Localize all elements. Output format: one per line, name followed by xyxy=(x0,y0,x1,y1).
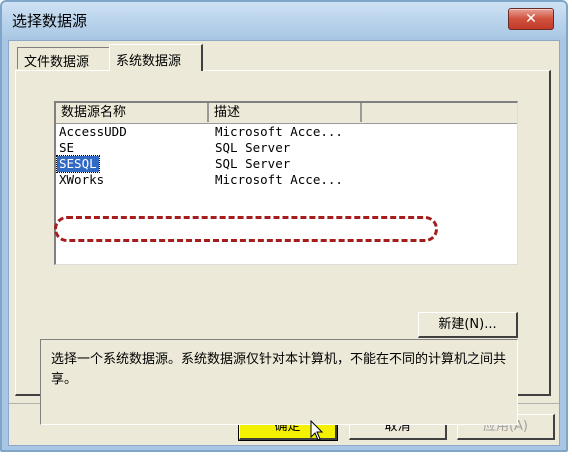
list-item[interactable]: XWorks Microsoft Acce... xyxy=(56,172,516,188)
list-header: 数据源名称 描述 xyxy=(56,103,517,124)
data-source-name: AccessUDD xyxy=(59,124,127,139)
tab-system-data-source[interactable]: 系统数据源 xyxy=(109,44,203,71)
select-data-source-dialog: 选择数据源 ✕ 文件数据源 系统数据源 数据源名称 描述 AccessUDD M… xyxy=(0,0,568,452)
tab-label: 系统数据源 xyxy=(116,54,182,69)
title-bar[interactable]: 选择数据源 ✕ xyxy=(2,2,566,40)
new-button[interactable]: 新建(N)... xyxy=(418,312,518,338)
data-source-description: SQL Server xyxy=(215,156,291,171)
list-item[interactable]: SE SQL Server xyxy=(56,140,516,156)
data-source-name: SE xyxy=(59,140,75,155)
column-header-label: 描述 xyxy=(214,105,241,120)
dialog-title: 选择数据源 xyxy=(12,12,88,30)
data-source-name: XWorks xyxy=(59,172,105,187)
tab-file-data-source[interactable]: 文件数据源 xyxy=(17,47,111,70)
mouse-pointer-icon xyxy=(310,420,324,441)
column-header-description[interactable]: 描述 xyxy=(209,103,362,122)
description-text: 选择一个系统数据源。系统数据源仅针对本计算机，不能在不同的计算机之间共享。 xyxy=(51,352,507,387)
data-source-description: SQL Server xyxy=(215,140,291,155)
data-source-name: SESQL xyxy=(56,155,100,173)
column-header-name[interactable]: 数据源名称 xyxy=(56,103,209,122)
list-item[interactable]: AccessUDD Microsoft Acce... xyxy=(56,124,516,140)
column-header-label: 数据源名称 xyxy=(61,105,127,120)
dialog-client-area: 文件数据源 系统数据源 数据源名称 描述 AccessUDD Microsoft… xyxy=(8,40,560,446)
close-icon: ✕ xyxy=(525,11,537,27)
tab-label: 文件数据源 xyxy=(24,55,90,70)
close-button[interactable]: ✕ xyxy=(508,8,554,30)
data-source-description: Microsoft Acce... xyxy=(215,124,343,139)
tab-panel: 数据源名称 描述 AccessUDD Microsoft Acce... SE … xyxy=(15,70,551,425)
description-box: 选择一个系统数据源。系统数据源仅针对本计算机，不能在不同的计算机之间共享。 xyxy=(40,339,518,425)
data-source-description: Microsoft Acce... xyxy=(215,172,343,187)
list-item-selected[interactable]: SESQL SQL Server xyxy=(56,155,516,173)
new-button-label: 新建(N)... xyxy=(438,317,497,332)
data-source-list[interactable]: 数据源名称 描述 AccessUDD Microsoft Acce... SE … xyxy=(54,101,518,265)
